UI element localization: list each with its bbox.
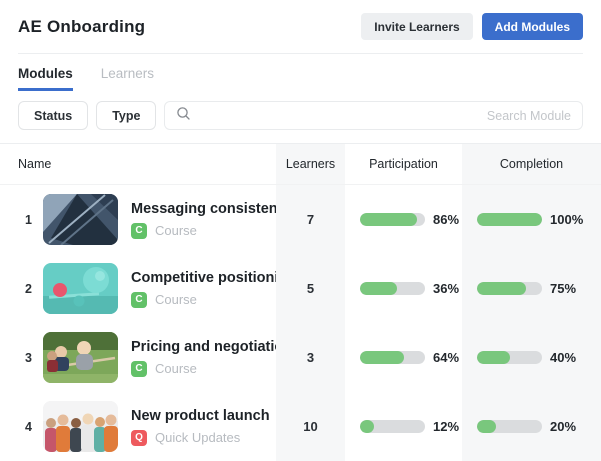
type-filter-button[interactable]: Type [96, 101, 156, 130]
module-title: Competitive positioning [131, 270, 276, 286]
tab-learners[interactable]: Learners [101, 66, 154, 91]
column-header-participation: Participation [345, 144, 462, 184]
row-number: 4 [21, 420, 36, 434]
table-row[interactable]: 1 Messaging consistency C Course [0, 185, 601, 254]
filter-bar: Status Type [0, 101, 601, 130]
page-header: AE Onboarding Invite Learners Add Module… [0, 0, 601, 40]
module-type-label: Course [155, 361, 197, 376]
header-actions: Invite Learners Add Modules [361, 13, 583, 40]
modules-table: Name Learners Participation Completion 1… [0, 143, 601, 461]
module-type-label: Course [155, 223, 197, 238]
module-title: New product launch [131, 408, 270, 424]
module-type-label: Course [155, 292, 197, 307]
module-thumbnail-tug-of-war [43, 332, 118, 383]
module-thumbnail-skyscraper [43, 194, 118, 245]
completion-percent: 40% [550, 350, 576, 365]
search-icon [176, 106, 191, 126]
completion-progress-bar [477, 282, 542, 295]
module-type-badge: C [131, 292, 147, 308]
completion-percent: 100% [550, 212, 583, 227]
module-thumbnail-spheres [43, 263, 118, 314]
add-modules-button[interactable]: Add Modules [482, 13, 583, 40]
search-box[interactable] [164, 101, 583, 130]
module-thumbnail-team-photo [43, 401, 118, 452]
row-number: 3 [21, 351, 36, 365]
completion-progress-bar [477, 213, 542, 226]
module-type-label: Quick Updates [155, 430, 240, 445]
row-number: 2 [21, 282, 36, 296]
column-header-learners: Learners [276, 144, 345, 184]
module-type-badge: C [131, 361, 147, 377]
participation-percent: 12% [433, 419, 459, 434]
table-header-row: Name Learners Participation Completion [0, 144, 601, 185]
participation-progress-bar [360, 282, 425, 295]
module-type-badge: Q [131, 430, 147, 446]
row-number: 1 [21, 213, 36, 227]
participation-percent: 86% [433, 212, 459, 227]
learners-count: 7 [276, 185, 345, 254]
completion-percent: 20% [550, 419, 576, 434]
table-row[interactable]: 3 Pricing and negotiation [0, 323, 601, 392]
tab-modules[interactable]: Modules [18, 66, 73, 91]
participation-progress-bar [360, 351, 425, 364]
column-header-completion: Completion [462, 144, 601, 184]
completion-progress-bar [477, 420, 542, 433]
participation-progress-bar [360, 420, 425, 433]
module-title: Pricing and negotiation [131, 339, 276, 355]
page-title: AE Onboarding [18, 17, 145, 37]
search-module-input[interactable] [191, 109, 571, 123]
completion-percent: 75% [550, 281, 576, 296]
header-divider [18, 53, 583, 54]
module-type-badge: C [131, 223, 147, 239]
learners-count: 10 [276, 392, 345, 461]
participation-progress-bar [360, 213, 425, 226]
table-row[interactable]: 4 New product launch Q Quick Updates [0, 392, 601, 461]
learners-count: 5 [276, 254, 345, 323]
participation-percent: 64% [433, 350, 459, 365]
invite-learners-button[interactable]: Invite Learners [361, 13, 472, 40]
module-title: Messaging consistency [131, 201, 276, 217]
column-header-name: Name [18, 144, 276, 184]
table-row[interactable]: 2 Competitive positioning C Course [0, 254, 601, 323]
completion-progress-bar [477, 351, 542, 364]
participation-percent: 36% [433, 281, 459, 296]
learners-count: 3 [276, 323, 345, 392]
tab-bar: Modules Learners [0, 66, 601, 91]
status-filter-button[interactable]: Status [18, 101, 88, 130]
